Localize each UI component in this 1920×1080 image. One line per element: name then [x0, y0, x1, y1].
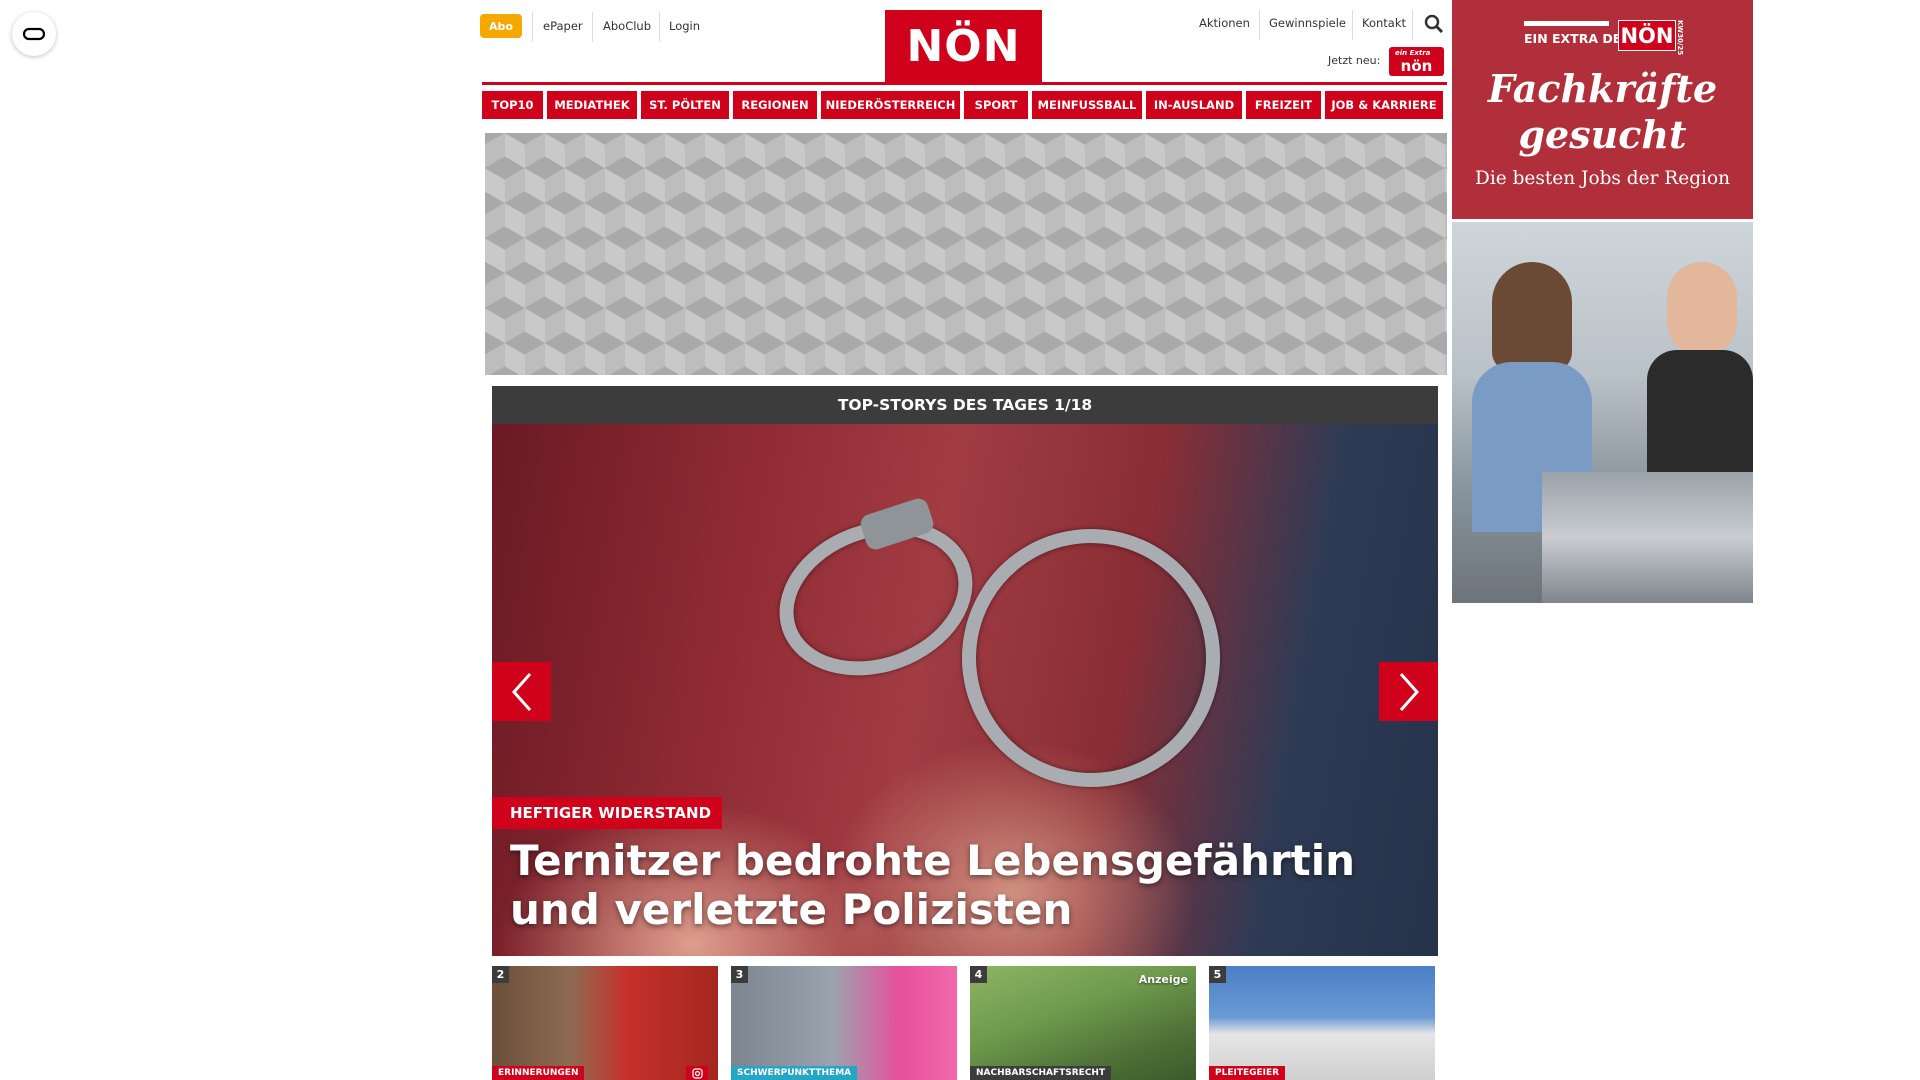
thumb-number: 2 [492, 966, 509, 983]
search-button[interactable] [1424, 14, 1444, 38]
divider [532, 12, 533, 42]
ad-headline-line2: gesucht [1518, 112, 1687, 157]
ad-machine [1542, 472, 1753, 603]
nav-job-karriere[interactable]: JOB & KARRIERE [1325, 91, 1443, 119]
ad-subline: Die besten Jobs der Region [1474, 168, 1731, 189]
ad-kw-label: KW30/25 [1676, 20, 1684, 56]
ad-rule [1524, 21, 1609, 26]
login-link[interactable]: Login [669, 19, 700, 33]
epaper-link[interactable]: ePaper [543, 19, 583, 33]
nav-mediathek[interactable]: MEDIATHEK [547, 91, 637, 119]
ad-person-right-body [1647, 350, 1753, 490]
ad-person-right [1667, 262, 1737, 357]
main-nav: TOP10 MEDIATHEK ST. PÖLTEN REGIONEN NIED… [482, 91, 1443, 119]
thumb-number: 3 [731, 966, 748, 983]
story-thumb-2[interactable]: 2 ERINNERUNGEN [492, 966, 718, 1080]
ad-headline: Fachkräfte gesucht [1452, 66, 1753, 158]
hero-headline[interactable]: Ternitzer bedrohte Lebensgefährtin und v… [510, 836, 1410, 934]
thumb-number: 4 [970, 966, 987, 983]
story-thumb-5[interactable]: 5 PLEITEGEIER [1209, 966, 1435, 1080]
abo-button[interactable]: Abo [480, 14, 522, 38]
ad-non-logo: NÖN [1618, 20, 1676, 51]
thumb-number: 5 [1209, 966, 1226, 983]
gewinnspiele-link[interactable]: Gewinnspiele [1269, 16, 1346, 30]
arrow-left-icon [511, 672, 531, 711]
instagram-icon [691, 1067, 703, 1079]
story-thumb-3[interactable]: 3 SCHWERPUNKTTHEMA [731, 966, 957, 1080]
thumb-category: NACHBARSCHAFTSRECHT [970, 1066, 1112, 1080]
slider-next-button[interactable] [1379, 662, 1438, 721]
reader-mode-button[interactable] [12, 12, 56, 56]
aktionen-link[interactable]: Aktionen [1199, 16, 1250, 30]
nav-sport[interactable]: SPORT [964, 91, 1028, 119]
ad-banner-placeholder [485, 133, 1447, 375]
ad-person-left [1492, 262, 1572, 372]
nav-top10[interactable]: TOP10 [482, 91, 543, 119]
nav-niederoesterreich[interactable]: NIEDERÖSTERREICH [821, 91, 960, 119]
reader-mode-icon [22, 27, 46, 41]
non-logo[interactable]: NÖN [885, 10, 1042, 82]
thumb-category: SCHWERPUNKTTHEMA [731, 1066, 858, 1080]
slider-prev-button[interactable] [492, 662, 551, 721]
extra-non-link[interactable]: ein Extra nön [1389, 47, 1444, 76]
ad-extra-label: EIN EXTRA DER [1524, 31, 1631, 46]
instagram-badge [686, 1066, 708, 1080]
nav-st-poelten[interactable]: ST. PÖLTEN [641, 91, 729, 119]
handcuff-right [933, 500, 1249, 816]
top-stories-header: TOP-STORYS DES TAGES 1/18 [492, 386, 1438, 424]
side-ad-image-workers[interactable] [1452, 222, 1753, 603]
nav-freizeit[interactable]: FREIZEIT [1246, 91, 1321, 119]
ad-headline-line1: Fachkräfte [1487, 66, 1718, 111]
divider [1412, 10, 1413, 40]
nav-meinfussball[interactable]: MEINFUSSBALL [1032, 91, 1142, 119]
divider [1352, 10, 1353, 40]
kontakt-link[interactable]: Kontakt [1362, 16, 1406, 30]
thumb-category: PLEITEGEIER [1209, 1066, 1286, 1080]
thumb-category: ERINNERUNGEN [492, 1066, 585, 1080]
aboclub-link[interactable]: AboClub [603, 19, 651, 33]
ad-label: Anzeige [1138, 973, 1188, 986]
arrow-right-icon [1399, 672, 1419, 711]
jetzt-neu-label: Jetzt neu: [1328, 54, 1381, 67]
header-divider [482, 82, 1447, 85]
nav-in-ausland[interactable]: IN-AUSLAND [1146, 91, 1242, 119]
divider [592, 12, 593, 42]
story-thumb-4[interactable]: 4 Anzeige NACHBARSCHAFTSRECHT [970, 966, 1196, 1080]
nav-regionen[interactable]: REGIONEN [733, 91, 817, 119]
hero-category-tag[interactable]: HEFTIGER WIDERSTAND [492, 797, 723, 829]
search-icon [1424, 14, 1444, 34]
divider [1259, 10, 1260, 40]
divider [659, 12, 660, 42]
extra-non-logo: nön [1400, 57, 1433, 75]
extra-script: ein Extra [1395, 49, 1431, 57]
